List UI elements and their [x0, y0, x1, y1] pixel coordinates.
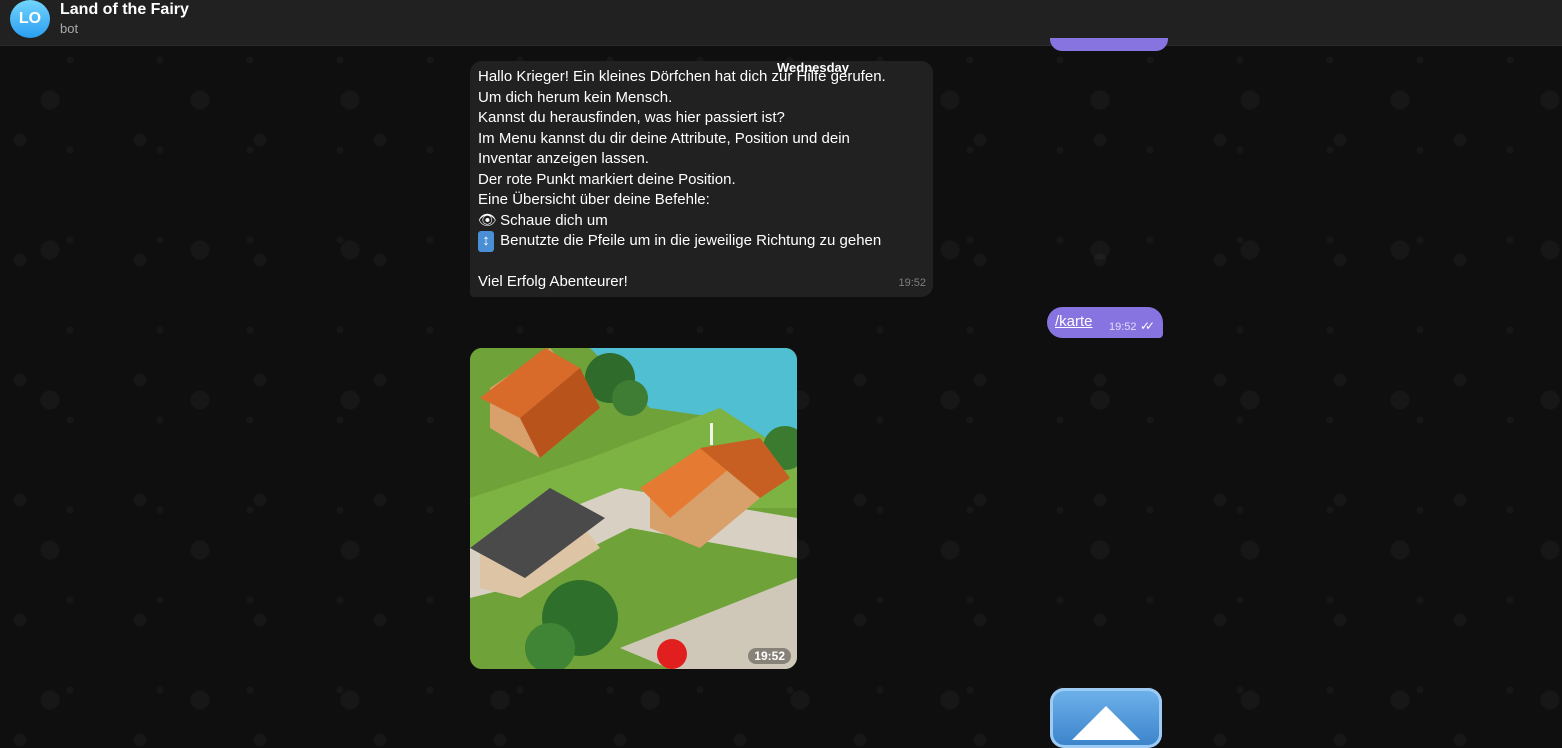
message-line: Kannst du herausfinden, was hier passier…: [478, 109, 785, 126]
message-line: Im Menu kannst du dir deine Attribute, P…: [478, 129, 850, 147]
double-check-icon: ✓✓: [1140, 319, 1155, 333]
previous-outgoing-bubble: [1050, 38, 1168, 51]
message-line: Viel Erfolg Abenteurer!: [478, 273, 628, 290]
eye-icon: 👁: [478, 211, 498, 229]
position-marker: [657, 639, 687, 669]
chat-header: LO Land of the Fairy bot: [0, 0, 1562, 46]
command-link[interactable]: /karte: [1055, 313, 1093, 330]
map-image: [470, 348, 797, 669]
command-text: Schaue dich um: [500, 211, 608, 229]
up-down-arrow-icon: ↕: [478, 231, 494, 252]
message-line: Hallo Krieger! Ein kleines Dörfchen hat …: [478, 68, 886, 85]
command-item: 👁 Schaue dich um: [478, 211, 925, 232]
chat-title[interactable]: Land of the Fairy: [60, 1, 189, 19]
incoming-message[interactable]: Hallo Krieger! Ein kleines Dörfchen hat …: [470, 61, 933, 297]
message-line: Der rote Punkt markiert deine Position.: [478, 170, 736, 188]
message-time: 19:52: [898, 276, 926, 289]
bot-avatar[interactable]: LO: [10, 0, 50, 38]
message-line: Inventar anzeigen lassen.: [478, 150, 649, 167]
command-item: ↕ Benutzte die Pfeile um in die jeweilig…: [478, 231, 925, 252]
outgoing-message[interactable]: /karte 19:52 ✓✓: [1047, 307, 1163, 338]
up-arrow-icon: [1072, 706, 1140, 740]
map-photo-message[interactable]: 19:52: [470, 348, 797, 669]
message-line: Um dich herum kein Mensch.: [478, 88, 673, 106]
scroll-up-button[interactable]: [1050, 688, 1162, 748]
message-line: Eine Übersicht über deine Befehle:: [478, 191, 710, 208]
command-text: Benutzte die Pfeile um in die jeweilige …: [500, 232, 882, 249]
message-time: 19:52: [1109, 321, 1137, 333]
message-time: 19:52: [748, 648, 791, 664]
date-separator: Wednesday: [777, 60, 850, 75]
chat-subtitle: bot: [60, 21, 79, 36]
